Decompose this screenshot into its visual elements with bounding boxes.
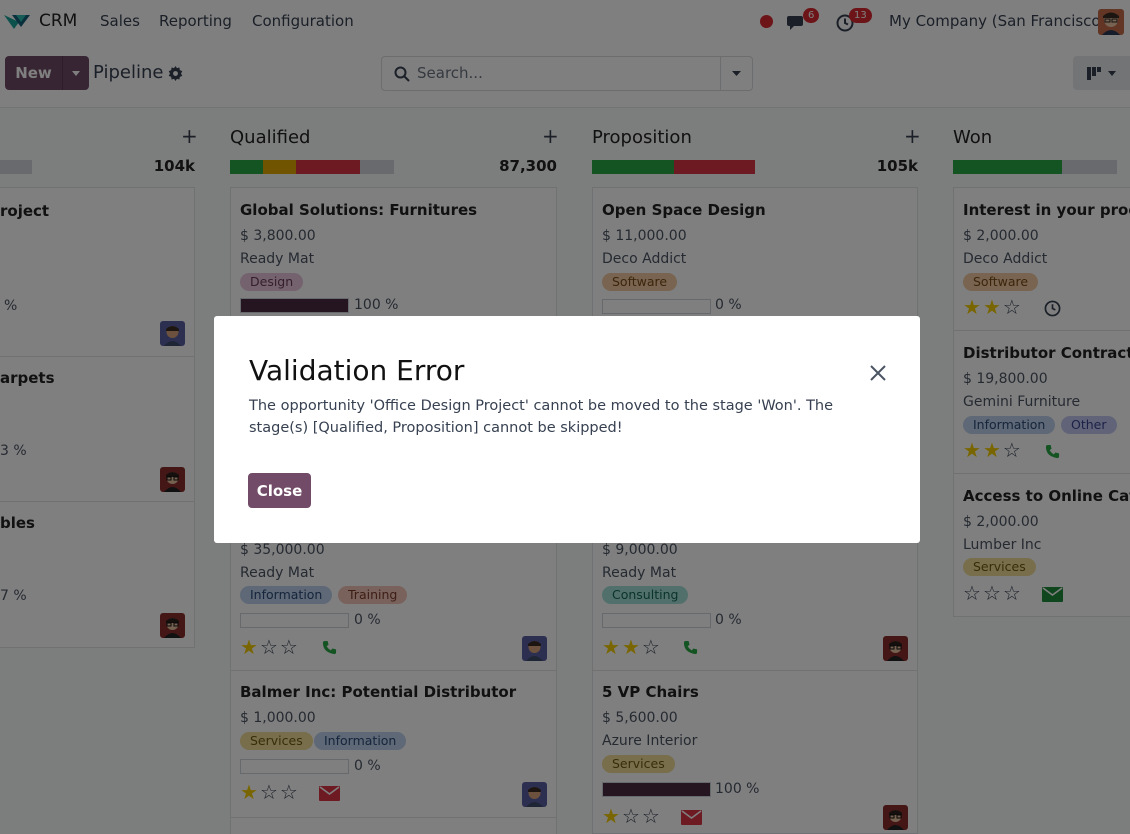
validation-error-dialog: Validation Error The opportunity 'Office… (214, 316, 920, 543)
dialog-title: Validation Error (249, 354, 465, 387)
close-icon[interactable] (866, 361, 890, 385)
dialog-message: The opportunity 'Office Design Project' … (249, 398, 834, 436)
close-button[interactable]: Close (248, 473, 311, 508)
